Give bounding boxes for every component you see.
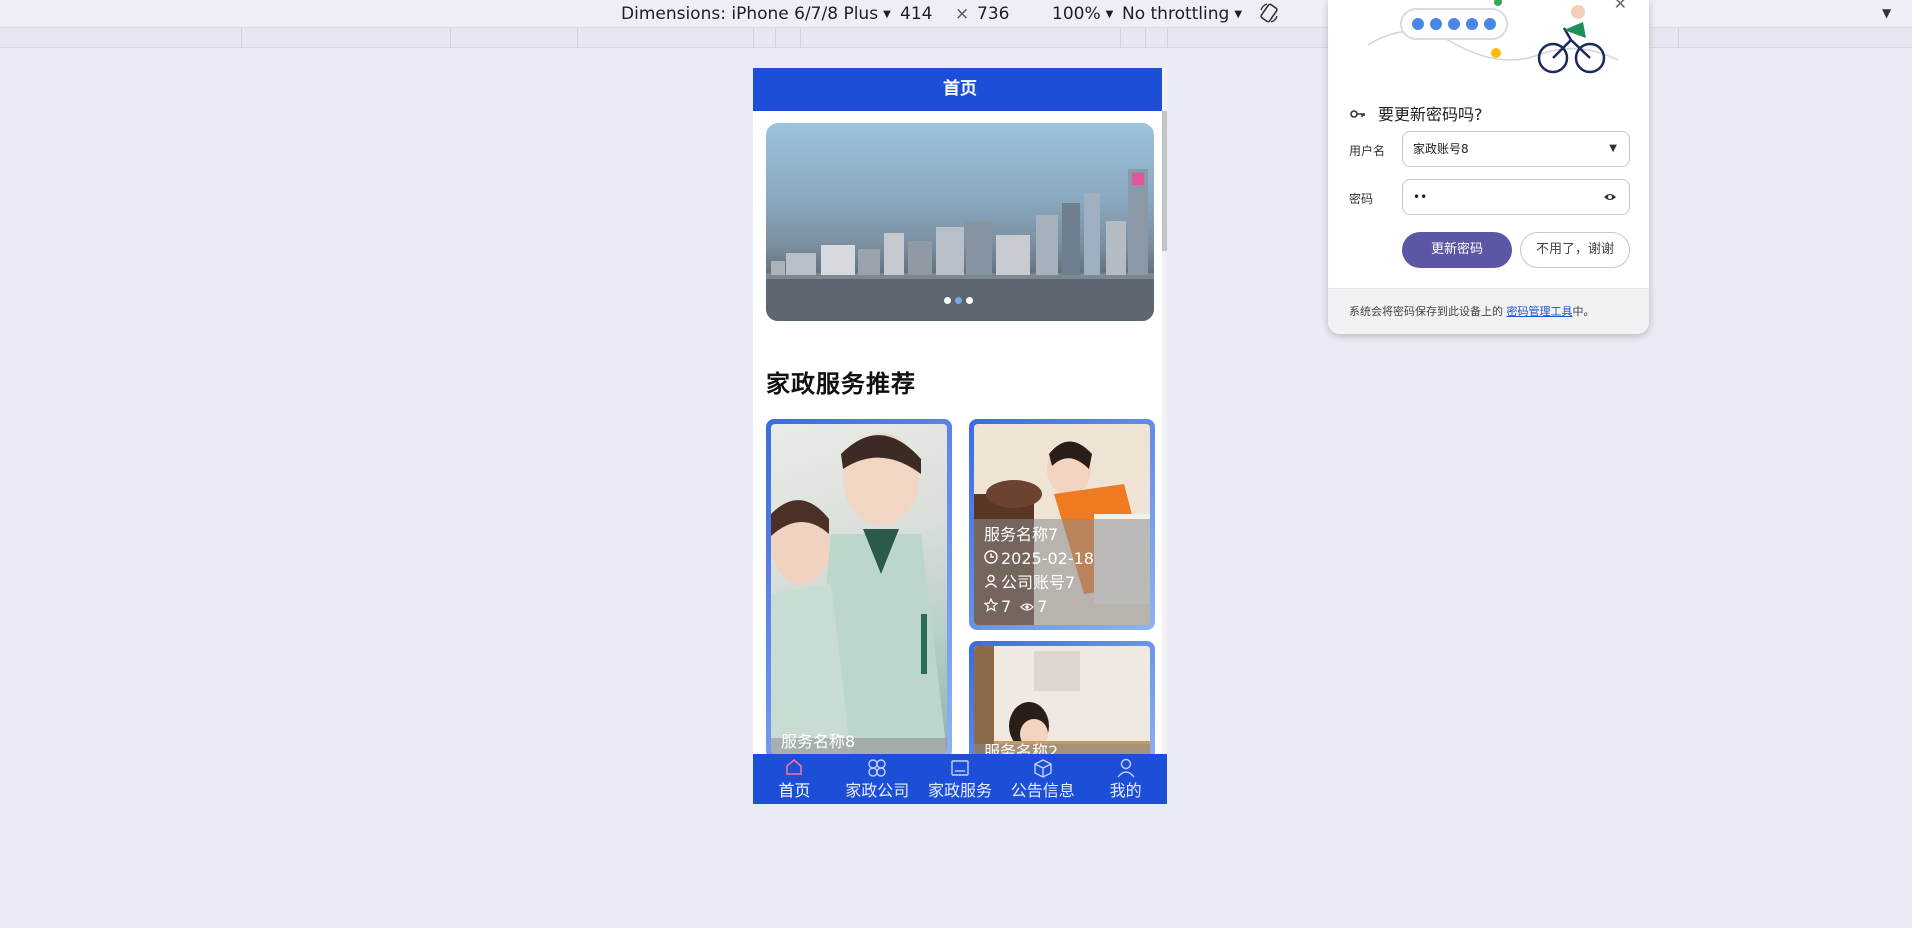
password-illustration: [1328, 0, 1649, 90]
scrollbar-thumb[interactable]: [1162, 111, 1167, 251]
tab-label: 公告信息: [1010, 781, 1075, 800]
home-icon: [753, 757, 836, 781]
carousel-dot[interactable]: [966, 297, 973, 304]
username-select[interactable]: 家政账号8 ▼: [1402, 131, 1630, 167]
tab-label: 我的: [1109, 781, 1142, 800]
password-dots-bubble: [1400, 8, 1508, 40]
chevron-down-icon: ▼: [1105, 9, 1114, 20]
password-field[interactable]: ••: [1402, 179, 1630, 215]
key-icon: [1350, 104, 1366, 123]
height-input[interactable]: 736: [977, 4, 1009, 24]
card-title: 服务名称7: [984, 525, 1059, 544]
tab-notice[interactable]: 公告信息: [1001, 754, 1084, 804]
toolbar-menu-chevron-icon[interactable]: ▼: [1882, 6, 1891, 20]
banner-carousel[interactable]: [766, 123, 1154, 321]
tab-home[interactable]: 首页: [753, 754, 836, 804]
card-date-value: 2025-02-18: [1001, 549, 1094, 568]
update-password-button[interactable]: 更新密码: [1402, 232, 1512, 268]
zoom-select[interactable]: 100% ▼: [1052, 4, 1113, 24]
throttling-label: No throttling: [1122, 4, 1230, 24]
service-image: 服务名称8: [771, 424, 947, 754]
card-info-overlay: 服务名称8: [771, 732, 947, 754]
chevron-down-icon: ▼: [883, 9, 891, 20]
footer-text: 系统会将密码保存到此设备上的: [1349, 305, 1503, 318]
dismiss-button[interactable]: 不用了，谢谢: [1520, 232, 1630, 268]
rotate-icon[interactable]: [1259, 2, 1279, 29]
company-icon: [836, 757, 919, 781]
service-icon: [919, 757, 1002, 781]
scrollbar[interactable]: [1162, 68, 1167, 804]
chevron-down-icon: ▼: [1234, 9, 1243, 20]
service-image: 服务名称7 2025-02-18 公司账号7 7 7: [974, 424, 1150, 625]
popup-footer: 系统会将密码保存到此设备上的 密码管理工具中。: [1328, 288, 1649, 334]
notice-icon: [1001, 757, 1084, 781]
carousel-dot[interactable]: [944, 297, 951, 304]
caret-down-icon: ▼: [1609, 143, 1617, 154]
page-title: 首页: [753, 68, 1167, 111]
close-icon[interactable]: ✕: [1614, 0, 1627, 13]
footer-suffix: 中。: [1572, 305, 1595, 318]
service-card[interactable]: 服务名称8: [766, 419, 952, 759]
card-stars-value: 7: [1001, 597, 1012, 616]
carousel-indicators[interactable]: [944, 297, 973, 304]
card-info-overlay: 服务名称7 2025-02-18 公司账号7 7 7: [974, 519, 1150, 625]
card-date: 2025-02-18: [984, 547, 1140, 571]
tab-company[interactable]: 家政公司: [836, 754, 919, 804]
service-card[interactable]: 服务名称2: [969, 641, 1155, 771]
device-label: Dimensions: iPhone 6/7/8 Plus: [621, 4, 879, 24]
dimension-times: ×: [955, 4, 970, 24]
width-input[interactable]: 414: [900, 4, 932, 24]
phone-viewport: 首页 家政服务推荐 服务名称8 服务名称7 2025-02-18 公司账号7 7…: [753, 68, 1167, 804]
popup-title: 要更新密码吗?: [1378, 105, 1483, 124]
password-update-popup: ✕ 要更新密码吗? 用户名 家政账号8 ▼ 密码 •• 更新密码 不用了，谢谢 …: [1328, 0, 1649, 334]
section-title: 家政服务推荐: [766, 370, 916, 398]
zoom-label: 100%: [1052, 4, 1101, 24]
throttling-select[interactable]: No throttling ▼: [1122, 4, 1242, 24]
eye-icon[interactable]: [1603, 180, 1617, 214]
card-stats: 7 7: [983, 595, 1140, 619]
card-title: 服务名称8: [781, 732, 856, 751]
card-views-value: 7: [1037, 597, 1048, 616]
tab-label: 家政公司: [845, 781, 910, 800]
password-value: ••: [1413, 190, 1428, 204]
star-icon: [983, 595, 999, 619]
password-label: 密码: [1349, 192, 1374, 206]
city-skyline-image: [766, 169, 1154, 321]
service-image: 服务名称2: [974, 646, 1150, 766]
user-icon: [1084, 757, 1167, 781]
carousel-dot-active[interactable]: [955, 297, 962, 304]
bottom-tabbar: 首页 家政公司 家政服务 公告信息 我的: [753, 754, 1167, 804]
username-label: 用户名: [1349, 144, 1386, 158]
username-value: 家政账号8: [1413, 142, 1469, 156]
device-select[interactable]: Dimensions: iPhone 6/7/8 Plus ▼: [621, 4, 891, 24]
card-company-value: 公司账号7: [1001, 573, 1076, 592]
tab-mine[interactable]: 我的: [1084, 754, 1167, 804]
tab-label: 首页: [778, 781, 811, 800]
popup-header: 要更新密码吗?: [1350, 101, 1483, 125]
eye-icon: [1020, 595, 1035, 619]
person-icon: [984, 571, 998, 595]
service-card[interactable]: 服务名称7 2025-02-18 公司账号7 7 7: [969, 419, 1155, 630]
clock-icon: [984, 547, 998, 571]
card-company: 公司账号7: [984, 571, 1140, 595]
tab-service[interactable]: 家政服务: [919, 754, 1002, 804]
password-manager-link[interactable]: 密码管理工具: [1507, 305, 1573, 318]
tab-label: 家政服务: [927, 781, 992, 800]
